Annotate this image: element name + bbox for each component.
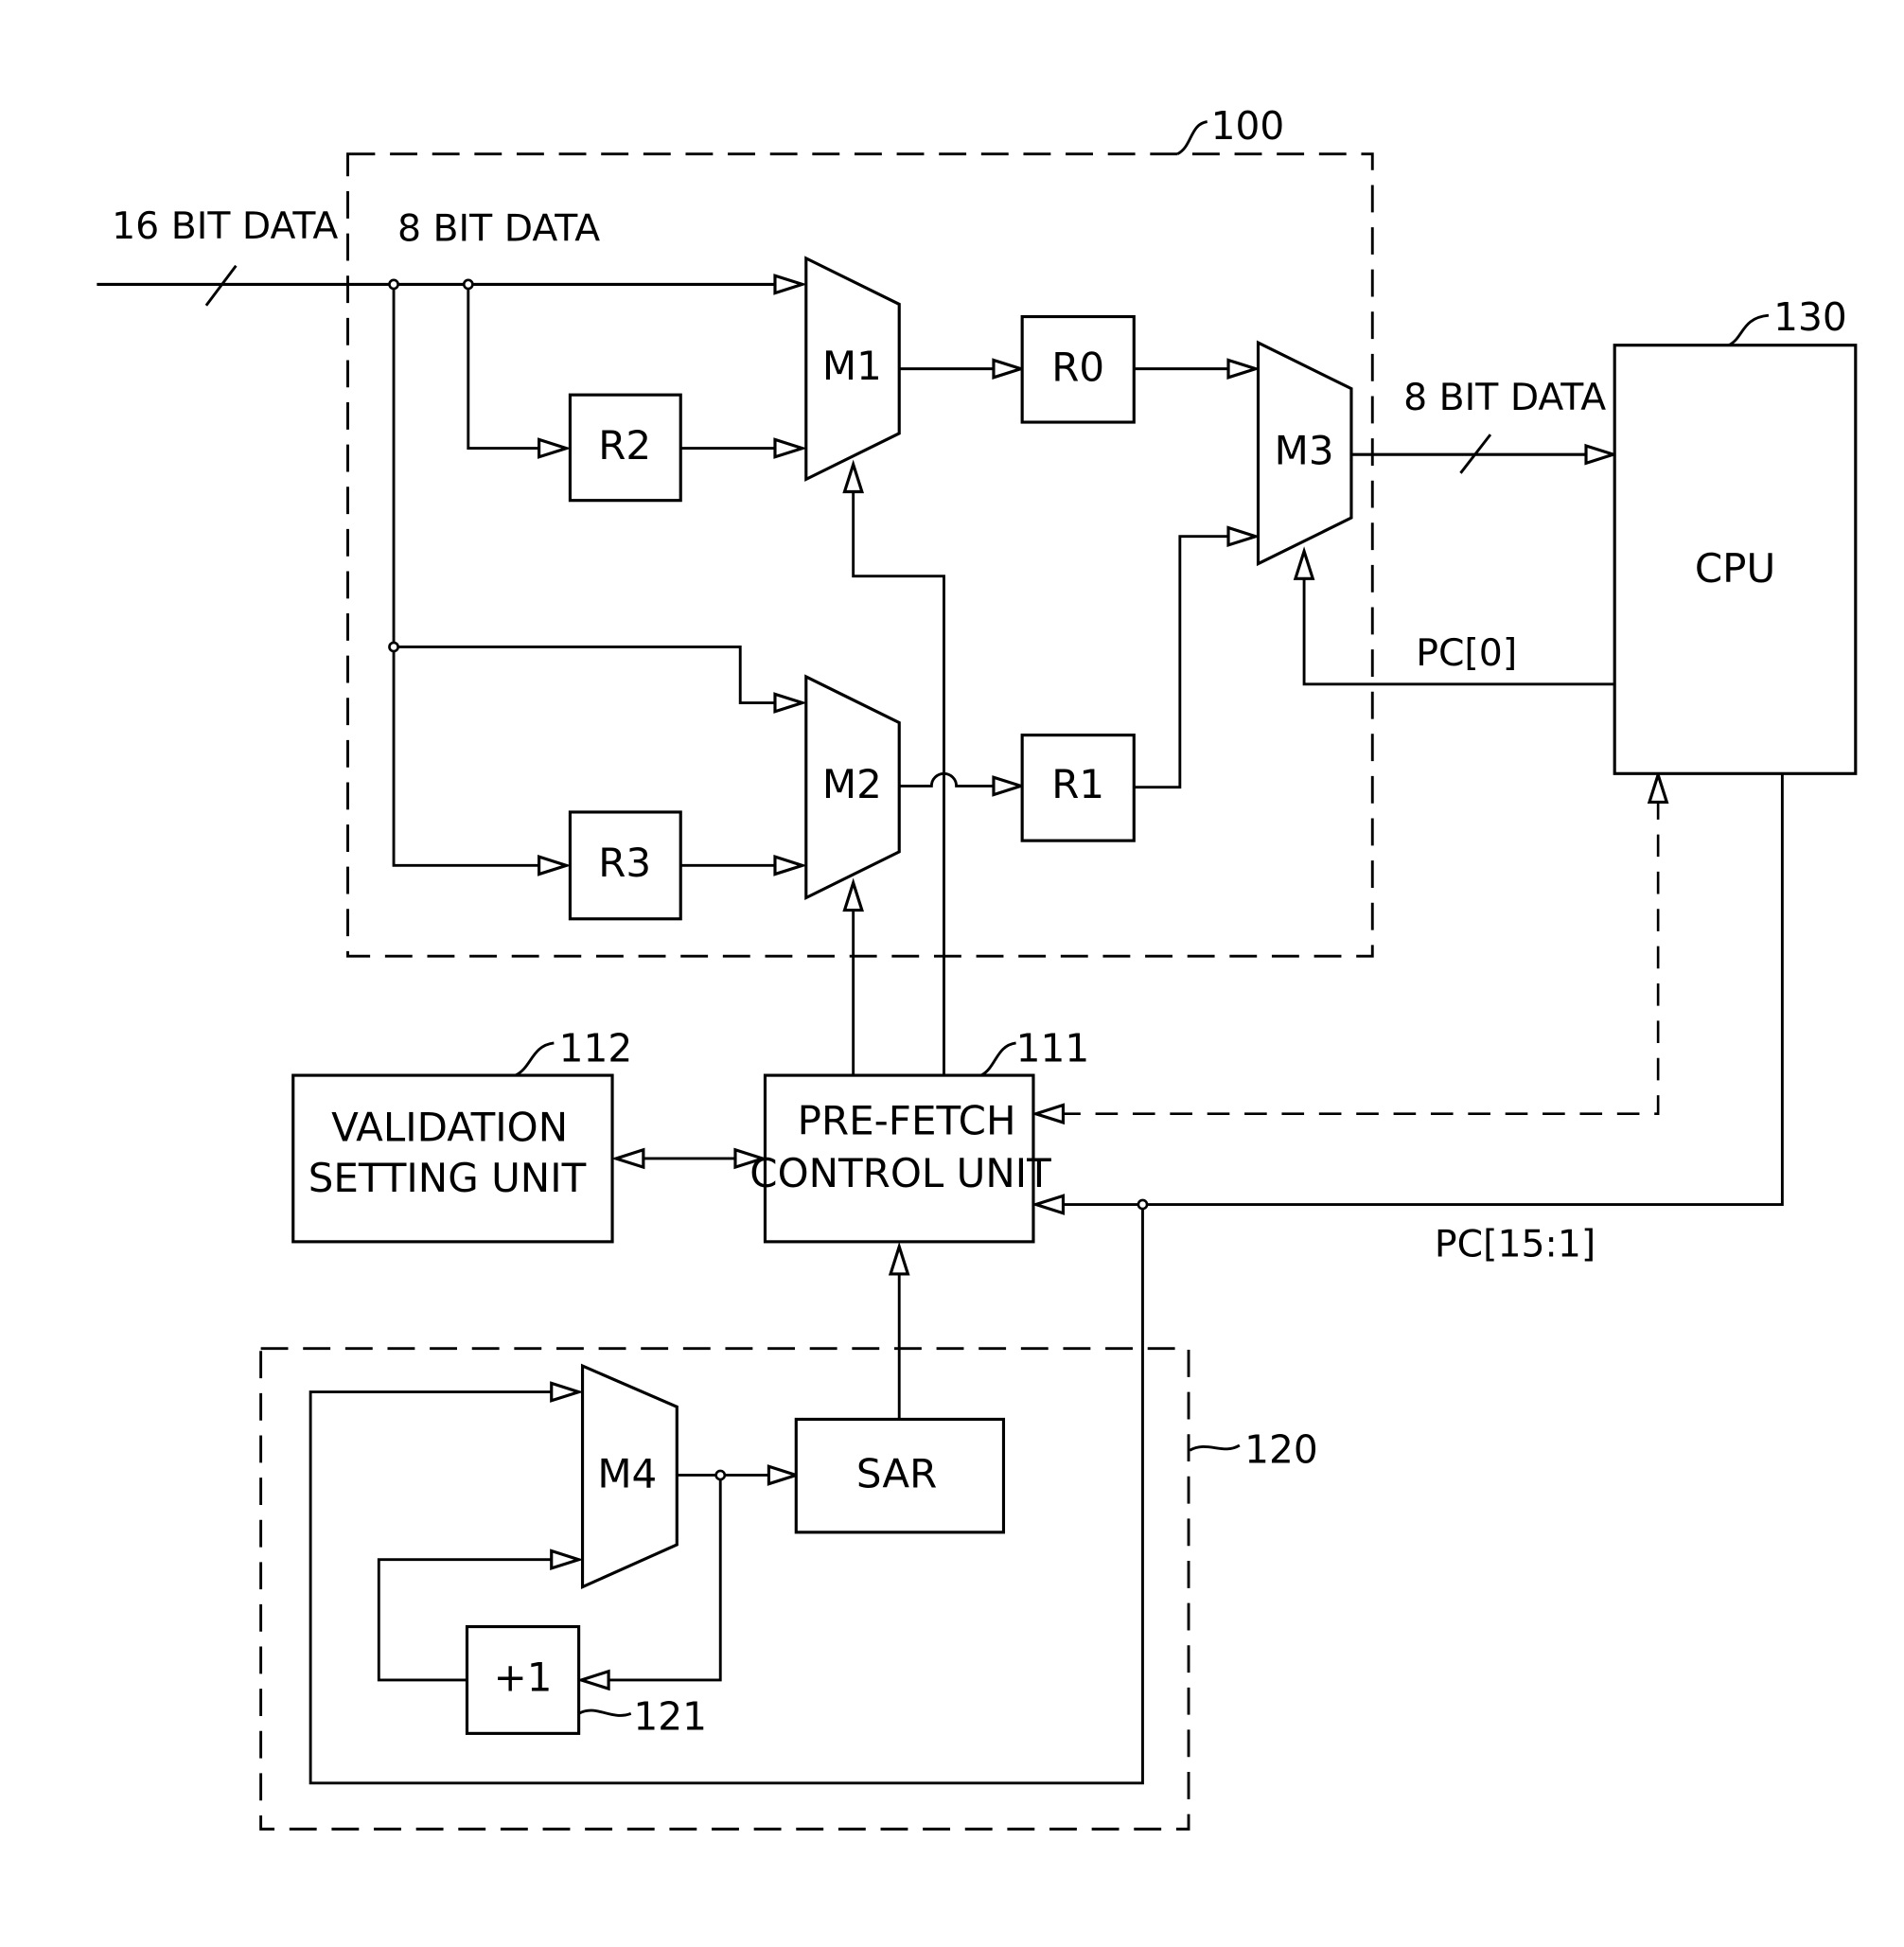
ref-120: 120	[1244, 1426, 1318, 1472]
svg-text:R1: R1	[1051, 761, 1104, 807]
ref-111: 111	[1016, 1026, 1090, 1071]
register-r2: R2	[568, 393, 682, 503]
svg-text:M1: M1	[822, 343, 882, 389]
incrementer-block: +1	[465, 1624, 581, 1735]
prefetch-control-unit: PRE-FETCH CONTROL UNIT	[749, 1073, 1051, 1244]
arrow-right-icon	[1226, 525, 1261, 548]
ref-100: 100	[1211, 103, 1285, 149]
arrow-right-icon	[550, 1381, 584, 1403]
arrow-right-icon	[767, 1464, 802, 1486]
svg-text:VALIDATION: VALIDATION	[331, 1104, 568, 1150]
arrow-left-icon	[576, 1669, 610, 1691]
svg-text:M4: M4	[597, 1450, 657, 1496]
arrow-right-icon	[992, 775, 1027, 797]
wire-pc-high	[1055, 773, 1784, 1206]
arrow-right-icon	[992, 358, 1027, 380]
arrow-right-icon	[538, 437, 572, 459]
sar-register: SAR	[794, 1417, 1006, 1534]
pc0-label: PC[0]	[1416, 631, 1517, 675]
svg-text:R2: R2	[598, 422, 651, 469]
block-diagram: 100 130 112 111 120 121 16 BIT DATA 8 BI…	[97, 103, 1858, 1831]
wire-left-trunk	[392, 284, 547, 867]
ref-100-leader	[1176, 120, 1208, 155]
mux-m2: M2	[804, 674, 901, 901]
ref-121-leader	[577, 1708, 632, 1717]
arrow-right-icon	[1584, 443, 1619, 466]
ref-112: 112	[559, 1026, 633, 1071]
wire-to-r2	[467, 284, 547, 451]
arrow-left-icon	[1031, 1103, 1066, 1125]
pc-high-label: PC[15:1]	[1435, 1223, 1595, 1266]
svg-text:M3: M3	[1275, 427, 1334, 473]
internal-bus-label: 8 BIT DATA	[397, 207, 600, 251]
arrow-up-icon	[842, 459, 865, 494]
register-r3: R3	[568, 810, 682, 921]
ref-130: 130	[1773, 294, 1847, 340]
junction-dot	[388, 641, 399, 653]
svg-text:SAR: SAR	[856, 1450, 937, 1496]
svg-text:+1: +1	[494, 1654, 553, 1700]
register-r1: R1	[1020, 734, 1136, 842]
cpu-block: CPU	[1613, 344, 1858, 775]
ref-120-leader	[1189, 1443, 1241, 1452]
junction-dot	[1137, 1198, 1149, 1211]
svg-text:PRE-FETCH: PRE-FETCH	[798, 1098, 1016, 1144]
arrow-right-icon	[1226, 358, 1261, 380]
address-generator-boundary	[259, 1347, 1190, 1831]
junction-dot	[462, 278, 474, 291]
ref-112-leader	[514, 1041, 555, 1077]
ref-111-leader	[980, 1041, 1016, 1077]
wire-r1-m3	[1134, 535, 1236, 789]
output-bus-label: 8 BIT DATA	[1403, 376, 1606, 419]
arrow-right-icon	[773, 855, 808, 876]
ref-121: 121	[633, 1693, 707, 1739]
svg-text:M2: M2	[822, 761, 882, 807]
arrow-right-icon	[773, 274, 808, 295]
wire-pc-to-m4	[309, 1204, 1144, 1785]
arrow-up-icon	[888, 1241, 910, 1276]
arrow-left-icon	[1031, 1194, 1066, 1215]
mux-m1: M1	[804, 256, 901, 482]
junction-dot	[388, 278, 399, 291]
wire-to-m2-top	[394, 646, 783, 704]
arrow-right-icon	[773, 692, 808, 714]
arrow-up-icon	[1647, 770, 1669, 805]
svg-text:SETTING UNIT: SETTING UNIT	[309, 1155, 587, 1201]
wire-m2-r1	[899, 771, 1001, 788]
mux-m4: M4	[580, 1363, 679, 1589]
arrow-up-icon	[1293, 546, 1315, 580]
register-r0: R0	[1020, 314, 1136, 424]
input-bus-label: 16 BIT DATA	[112, 204, 338, 248]
svg-text:CONTROL UNIT: CONTROL UNIT	[749, 1150, 1051, 1196]
arrow-up-icon	[842, 877, 865, 912]
arrow-right-icon	[550, 1549, 584, 1571]
mux-m3: M3	[1256, 340, 1353, 567]
ref-130-leader	[1728, 313, 1770, 346]
validation-setting-unit: VALIDATION SETTING UNIT	[291, 1073, 614, 1244]
svg-text:R0: R0	[1051, 344, 1104, 390]
svg-text:CPU: CPU	[1695, 545, 1775, 592]
arrow-right-icon	[773, 437, 808, 459]
junction-dot	[714, 1469, 727, 1481]
arrow-right-icon	[538, 855, 572, 876]
svg-text:R3: R3	[598, 840, 651, 886]
arrow-left-icon	[610, 1147, 645, 1170]
